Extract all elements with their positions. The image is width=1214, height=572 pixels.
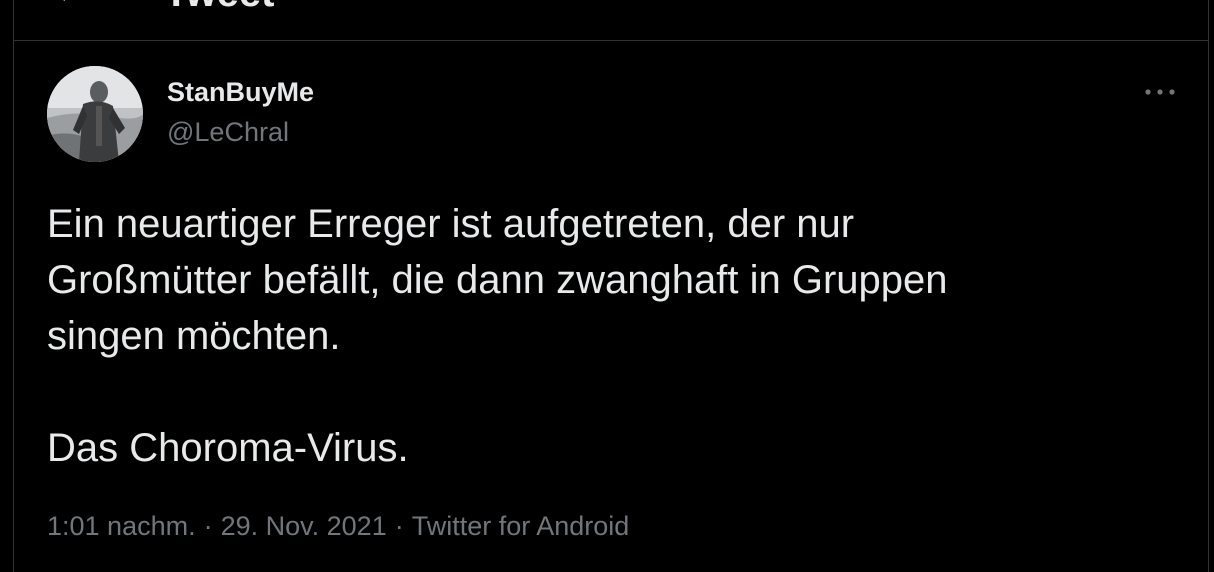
separator: · — [394, 511, 404, 541]
page-header: ← Tweet — [14, 0, 1208, 41]
page-title: Tweet — [164, 0, 274, 13]
tweet-text: Ein neuartiger Erreger ist aufgetreten, … — [47, 202, 948, 470]
avatar[interactable] — [47, 66, 143, 162]
arrow-left-icon[interactable]: ← — [54, 0, 84, 8]
tweet-metadata: 1:01 nachm. · 29. Nov. 2021 · Twitter for An… — [47, 508, 629, 544]
author-handle[interactable]: @LeChral — [167, 116, 289, 148]
separator: · — [203, 511, 213, 541]
more-options-button[interactable] — [1142, 78, 1178, 106]
author-display-name[interactable]: StanBuyMe — [167, 76, 314, 108]
tweet-date[interactable]: 29. Nov. 2021 — [221, 511, 387, 541]
tweet-column: ← Tweet StanBuyMe @LeChral Ein neuartige… — [13, 0, 1209, 572]
ellipsis-icon — [1145, 89, 1175, 95]
tweet-source[interactable]: Twitter for Android — [412, 511, 630, 541]
tweet-time[interactable]: 1:01 nachm. — [47, 511, 196, 541]
profile-photo — [47, 66, 143, 162]
